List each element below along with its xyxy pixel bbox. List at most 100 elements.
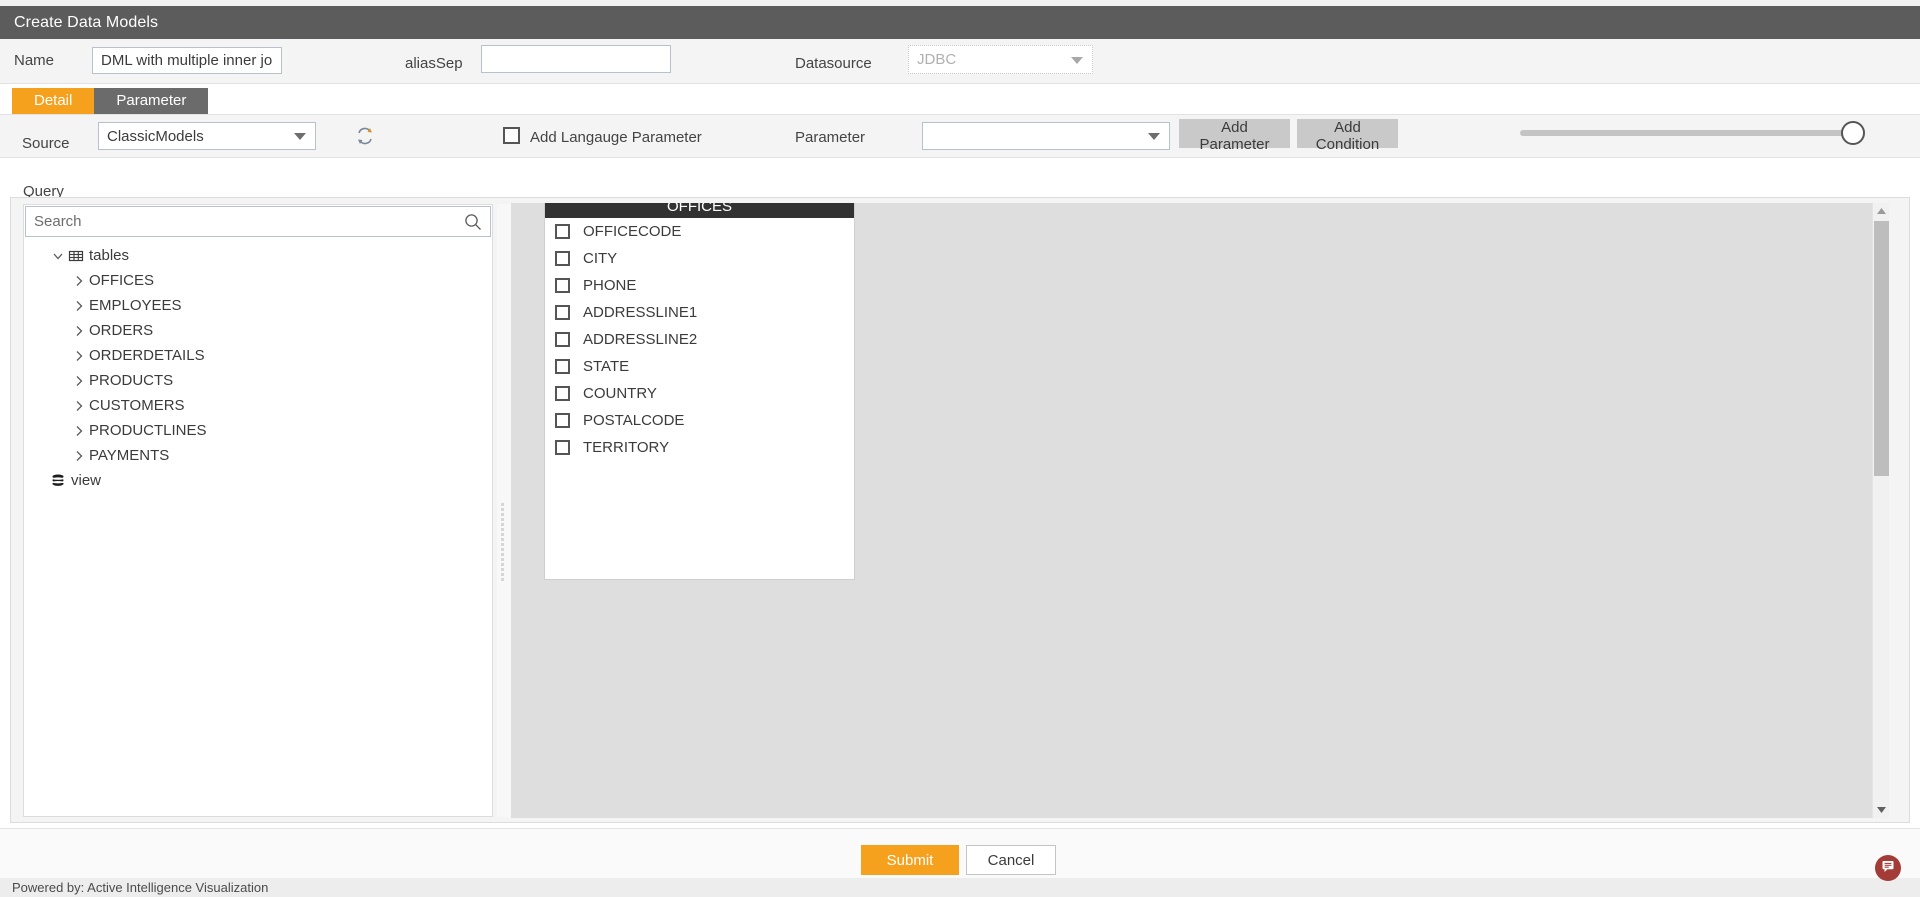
column-checkbox[interactable] (555, 251, 570, 266)
database-stack-icon (50, 473, 66, 489)
aliassep-label: aliasSep (405, 55, 463, 72)
aliassep-input[interactable] (481, 45, 671, 73)
tab-bar: Detail Parameter (12, 88, 209, 114)
column-checkbox[interactable] (555, 305, 570, 320)
search-input[interactable] (34, 207, 444, 236)
query-design-canvas[interactable]: OFFICES OFFICECODE CITY PHONE ADDRESSLIN… (511, 203, 1889, 818)
datasource-dropdown[interactable]: JDBC (908, 45, 1093, 74)
cancel-button[interactable]: Cancel (966, 845, 1056, 875)
add-parameter-button[interactable]: Add Parameter (1179, 119, 1290, 153)
scrollbar-thumb[interactable] (1874, 221, 1889, 476)
column-label: COUNTRY (583, 385, 657, 402)
table-column-row[interactable]: OFFICECODE (545, 218, 854, 245)
tree-node-orderdetails[interactable]: ORDERDETAILS (24, 343, 492, 368)
column-label: ADDRESSLINE2 (583, 331, 698, 348)
add-condition-button[interactable]: Add Condition (1297, 119, 1398, 153)
scroll-up-arrow-icon[interactable] (1873, 203, 1889, 220)
chevron-right-icon[interactable] (72, 424, 86, 438)
powered-by-text: Powered by: Active Intelligence Visualiz… (12, 880, 269, 895)
table-card-title[interactable]: OFFICES (545, 203, 854, 218)
add-language-parameter-label: Add Langauge Parameter (530, 129, 702, 146)
tree-node-orders[interactable]: ORDERS (24, 318, 492, 343)
name-input[interactable] (92, 47, 282, 74)
table-column-row[interactable]: STATE (545, 353, 854, 380)
source-label: Source (22, 135, 70, 152)
tree-node-label: EMPLOYEES (89, 297, 182, 314)
refresh-icon[interactable] (355, 126, 375, 146)
submit-button[interactable]: Submit (861, 845, 959, 875)
chevron-down-icon (1148, 133, 1160, 140)
chevron-right-icon[interactable] (72, 374, 86, 388)
chevron-right-icon[interactable] (72, 449, 86, 463)
add-language-parameter-checkbox[interactable] (503, 127, 520, 144)
footer-button-bar (0, 828, 1920, 878)
tree-node-label: view (71, 472, 102, 489)
tree-node-label: PAYMENTS (89, 447, 170, 464)
tree-node-label: PRODUCTLINES (89, 422, 207, 439)
scroll-down-arrow-icon[interactable] (1873, 801, 1889, 818)
chat-bubble-icon (1880, 858, 1896, 879)
column-checkbox[interactable] (555, 224, 570, 239)
window-title-bar: Create Data Models (0, 6, 1920, 39)
parameter-dropdown[interactable] (922, 122, 1170, 150)
table-column-row[interactable]: ADDRESSLINE2 (545, 326, 854, 353)
column-checkbox[interactable] (555, 440, 570, 455)
powered-by-bar: Powered by: Active Intelligence Visualiz… (0, 878, 1920, 897)
content-area: tables OFFICES EMPLOYEES ORDERS (10, 197, 1910, 823)
source-value: ClassicModels (107, 127, 204, 145)
tree-node-view[interactable]: view (24, 468, 492, 493)
tree-node-productlines[interactable]: PRODUCTLINES (24, 418, 492, 443)
panel-splitter[interactable] (497, 204, 511, 817)
chevron-right-icon[interactable] (72, 274, 86, 288)
chevron-right-icon[interactable] (72, 299, 86, 313)
chat-feedback-button[interactable] (1875, 855, 1901, 881)
column-checkbox[interactable] (555, 332, 570, 347)
chevron-right-icon[interactable] (72, 324, 86, 338)
column-label: CITY (583, 250, 618, 267)
search-icon[interactable] (464, 213, 482, 231)
table-column-row[interactable]: CITY (545, 245, 854, 272)
tree-node-label: ORDERDETAILS (89, 347, 205, 364)
datasource-label: Datasource (795, 55, 872, 72)
zoom-slider[interactable] (1520, 118, 1868, 148)
zoom-slider-thumb[interactable] (1841, 121, 1865, 145)
tree-node-employees[interactable]: EMPLOYEES (24, 293, 492, 318)
chevron-right-icon[interactable] (72, 349, 86, 363)
canvas-vertical-scrollbar[interactable] (1872, 203, 1889, 818)
column-checkbox[interactable] (555, 386, 570, 401)
tree-node-offices[interactable]: OFFICES (24, 268, 492, 293)
tab-detail[interactable]: Detail (12, 88, 95, 114)
table-card-offices[interactable]: OFFICES OFFICECODE CITY PHONE ADDRESSLIN… (544, 203, 855, 580)
column-label: ADDRESSLINE1 (583, 304, 698, 321)
tree-node-products[interactable]: PRODUCTS (24, 368, 492, 393)
chevron-down-icon (294, 133, 306, 140)
source-dropdown[interactable]: ClassicModels (98, 122, 316, 150)
zoom-slider-track[interactable] (1520, 130, 1860, 136)
chevron-right-icon[interactable] (72, 399, 86, 413)
tree-node-label: OFFICES (89, 272, 155, 289)
column-label: TERRITORY (583, 439, 670, 456)
column-checkbox[interactable] (555, 413, 570, 428)
chevron-down-icon[interactable] (51, 249, 65, 263)
datasource-value: JDBC (917, 51, 957, 68)
column-label: STATE (583, 358, 630, 375)
column-label: OFFICECODE (583, 223, 682, 240)
chevron-down-icon (1071, 56, 1083, 64)
tree-node-label: PRODUCTS (89, 372, 174, 389)
tree-node-tables[interactable]: tables (24, 243, 492, 268)
column-checkbox[interactable] (555, 359, 570, 374)
search-box (25, 206, 491, 237)
table-column-row[interactable]: COUNTRY (545, 380, 854, 407)
parameter-label: Parameter (795, 129, 866, 146)
table-column-row[interactable]: POSTALCODE (545, 407, 854, 434)
table-column-row[interactable]: ADDRESSLINE1 (545, 299, 854, 326)
tree-node-label: tables (89, 247, 130, 264)
tab-parameter[interactable]: Parameter (94, 88, 209, 114)
tree-node-payments[interactable]: PAYMENTS (24, 443, 492, 468)
splitter-grip-icon (500, 502, 508, 581)
tree-node-customers[interactable]: CUSTOMERS (24, 393, 492, 418)
table-column-row[interactable]: TERRITORY (545, 434, 854, 461)
column-label: PHONE (583, 277, 637, 294)
table-column-row[interactable]: PHONE (545, 272, 854, 299)
column-checkbox[interactable] (555, 278, 570, 293)
